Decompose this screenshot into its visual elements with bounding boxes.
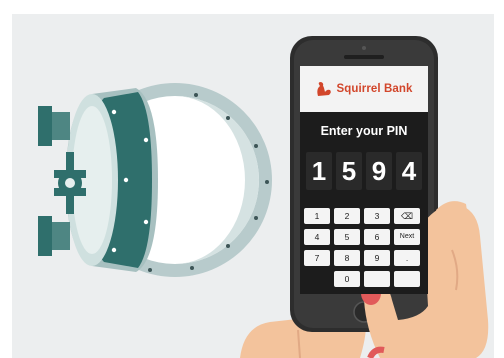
key-9[interactable]: 9 [364, 250, 390, 266]
vault-and-phone-illustration [38, 36, 489, 358]
backspace-icon[interactable]: ⌫ [394, 208, 420, 224]
key-next[interactable]: Next [394, 229, 420, 245]
key-blank-right[interactable] [364, 271, 390, 287]
key-0[interactable]: 0 [334, 271, 360, 287]
key-blank-left [304, 271, 330, 287]
vault-door [38, 83, 272, 277]
key-7[interactable]: 7 [304, 250, 330, 266]
phone-screen: Squirrel Bank Enter your PIN 1 5 9 4 1 2… [300, 66, 428, 294]
app-header: Squirrel Bank [300, 66, 428, 112]
brand-name: Squirrel Bank [336, 83, 413, 95]
pin-digit: 4 [396, 152, 422, 190]
illustration-stage: Squirrel Bank Enter your PIN 1 5 9 4 1 2… [0, 0, 504, 358]
key-3[interactable]: 3 [364, 208, 390, 224]
pin-digit: 9 [366, 152, 392, 190]
key-1[interactable]: 1 [304, 208, 330, 224]
pin-prompt-title: Enter your PIN [320, 124, 408, 138]
keypad: 1 2 3 ⌫ 4 5 6 Next 7 8 9 . 0 [304, 208, 428, 287]
squirrel-icon [315, 81, 333, 97]
key-6[interactable]: 6 [364, 229, 390, 245]
key-blank-end[interactable] [394, 271, 420, 287]
pin-digit: 5 [336, 152, 362, 190]
key-dot[interactable]: . [394, 250, 420, 266]
pin-digit: 1 [306, 152, 332, 190]
key-8[interactable]: 8 [334, 250, 360, 266]
key-5[interactable]: 5 [334, 229, 360, 245]
key-2[interactable]: 2 [334, 208, 360, 224]
pin-display: 1 5 9 4 [306, 152, 422, 190]
key-4[interactable]: 4 [304, 229, 330, 245]
